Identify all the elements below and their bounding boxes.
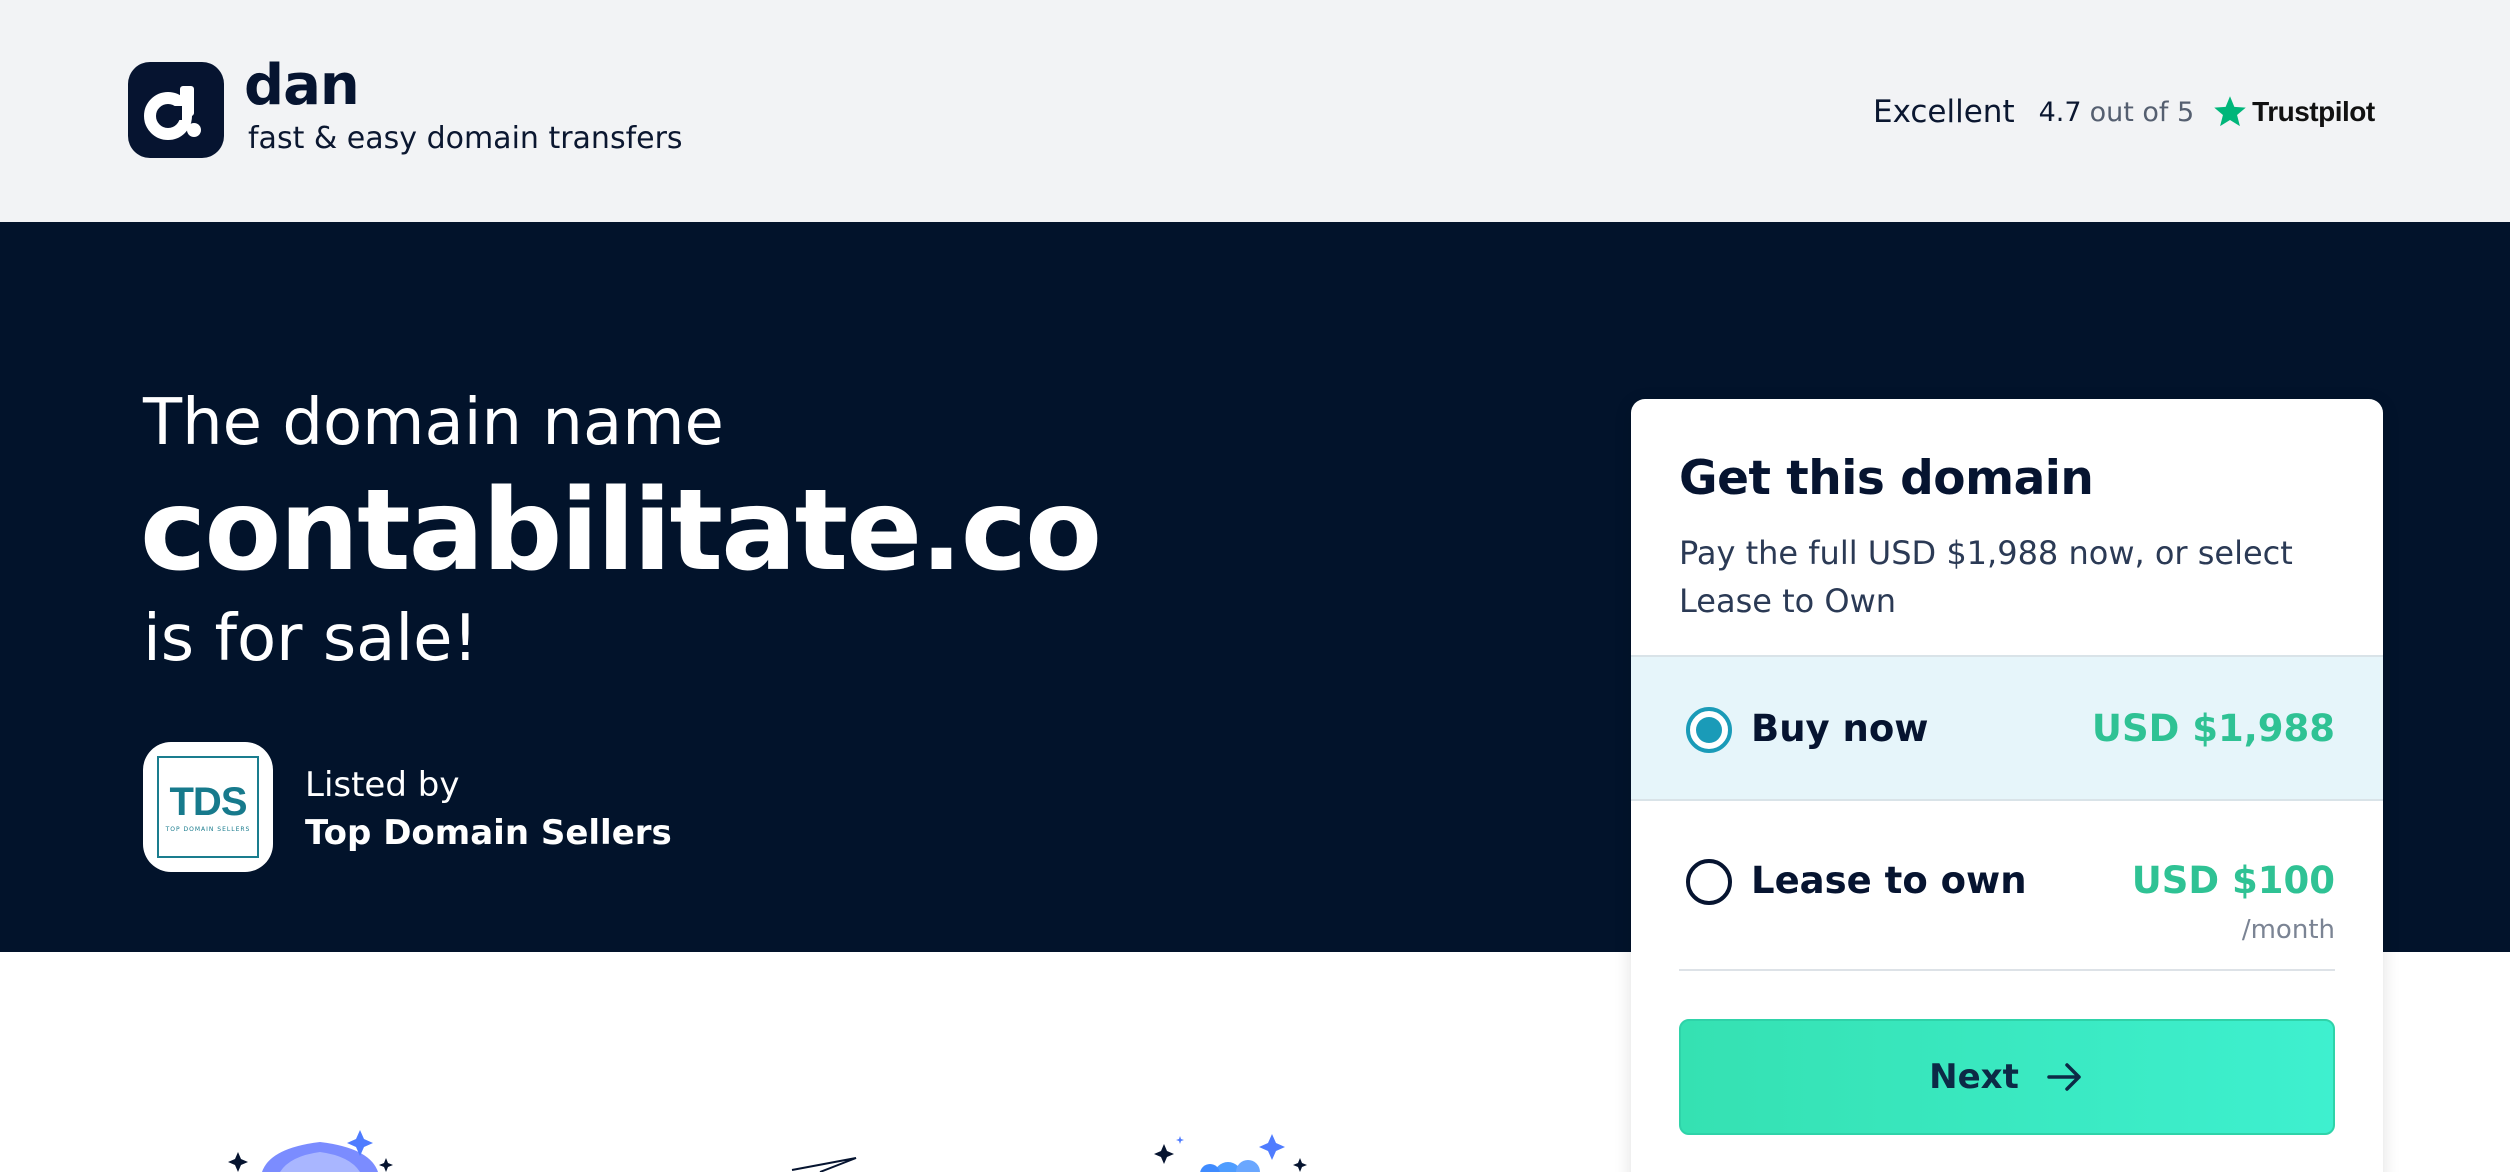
tds-logo: TDS TOP DOMAIN SELLERS	[157, 756, 259, 858]
option-lease-to-own[interactable]: Lease to own USD $100 /month	[1679, 801, 2335, 971]
card-title: Get this domain	[1679, 451, 2094, 506]
brand-tagline: fast & easy domain transfers	[248, 121, 683, 156]
for-sale-text: is for sale!	[143, 602, 479, 676]
arrow-right-icon	[2045, 1057, 2085, 1097]
trustpilot-widget[interactable]: Excellent 4.7 out of 5 Trustpilot	[1873, 92, 2375, 132]
listed-by-label: Listed by	[305, 765, 460, 805]
trustpilot-out-of: out of 5	[2089, 96, 2195, 128]
option-lease-unit: /month	[2241, 915, 2335, 945]
option-buy-now[interactable]: Buy now USD $1,988	[1631, 655, 2383, 801]
purchase-card: Get this domain Pay the full USD $1,988 …	[1631, 399, 2383, 1172]
tds-logo-text: TDS	[169, 779, 248, 824]
trustpilot-rating-word: Excellent	[1873, 94, 2015, 130]
cloud-illustration	[1140, 1128, 1320, 1172]
option-buy-now-price: USD $1,988	[2091, 707, 2335, 750]
radio-selected-icon[interactable]	[1686, 707, 1732, 753]
shield-illustration	[220, 1128, 400, 1172]
trustpilot-score: 4.7	[2038, 96, 2082, 128]
radio-unselected-icon[interactable]	[1686, 859, 1732, 905]
brand-name[interactable]: dan	[244, 58, 360, 114]
hero-intro-text: The domain name	[143, 386, 724, 460]
option-lease-price: USD $100	[2131, 859, 2335, 902]
paper-plane-illustration	[790, 1156, 860, 1172]
seller-logo: TDS TOP DOMAIN SELLERS	[143, 742, 273, 872]
option-lease-label: Lease to own	[1751, 859, 2027, 902]
next-button-label: Next	[1929, 1057, 2019, 1097]
trustpilot-brand: Trustpilot	[2252, 96, 2375, 127]
card-description: Pay the full USD $1,988 now, or select L…	[1679, 534, 2293, 620]
domain-name-heading: contabilitate.co	[140, 466, 1102, 596]
site-header: dan fast & easy domain transfers Excelle…	[0, 0, 2510, 222]
trustpilot-star-icon	[2212, 94, 2248, 130]
option-buy-now-label: Buy now	[1751, 707, 1929, 750]
tds-logo-subtext: TOP DOMAIN SELLERS	[165, 825, 251, 833]
seller-name: Top Domain Sellers	[305, 813, 672, 853]
next-button[interactable]: Next	[1679, 1019, 2335, 1135]
dan-logo-icon[interactable]	[128, 62, 224, 158]
